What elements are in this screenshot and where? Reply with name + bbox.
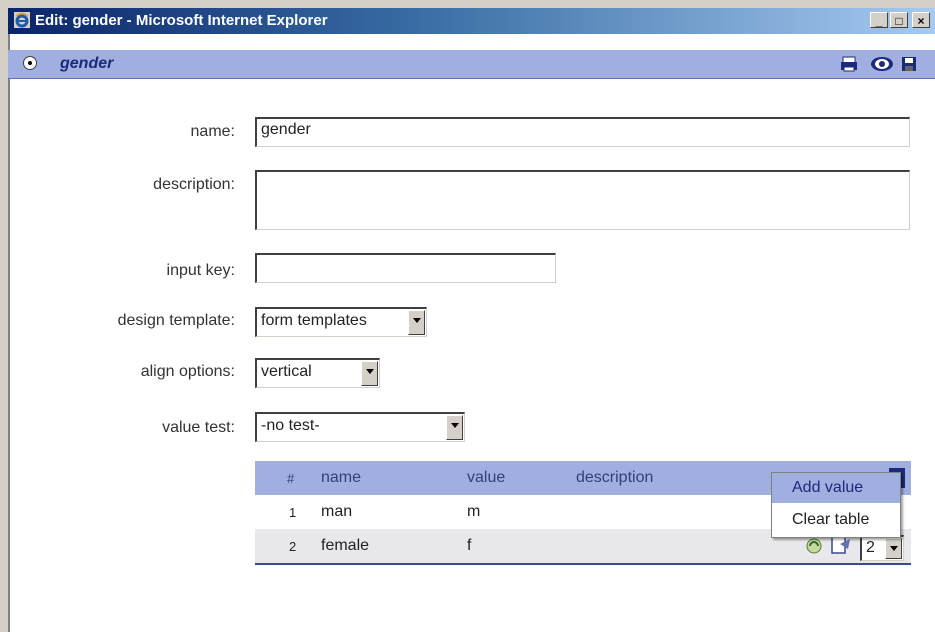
browser-window: Edit: gender - Microsoft Internet Explor… [0, 0, 935, 632]
name-label: name: [190, 123, 235, 140]
window-title: Edit: gender - Microsoft Internet Explor… [35, 12, 328, 29]
maximize-button[interactable]: □ [890, 12, 908, 28]
page-title: gender [60, 55, 114, 72]
row-value: f [467, 537, 472, 554]
chevron-down-icon[interactable] [446, 415, 463, 440]
header-name: name [321, 469, 362, 486]
radio-icon[interactable] [23, 56, 37, 70]
row-value: m [467, 503, 481, 520]
menu-item-add-value[interactable]: Add value [772, 473, 900, 503]
description-textarea[interactable] [255, 170, 910, 230]
input-key-input[interactable] [255, 253, 556, 283]
edit-page-icon[interactable] [830, 535, 852, 555]
row-num: 1 [289, 505, 297, 520]
save-disk-icon[interactable] [900, 55, 918, 73]
align-options-select[interactable]: vertical [255, 358, 380, 388]
header-value: value [467, 469, 506, 486]
row-name: female [321, 537, 370, 554]
name-input[interactable]: gender [255, 117, 910, 147]
sub-header-bar: gender [8, 50, 935, 79]
align-options-label: align options: [140, 363, 235, 380]
context-menu: Add value Clear table [771, 472, 901, 538]
align-options-value: vertical [261, 363, 312, 380]
row-order-select[interactable]: 2 [860, 535, 904, 561]
chevron-down-icon[interactable] [408, 310, 425, 335]
minimize-button[interactable]: _ [870, 12, 888, 28]
design-template-label: design template: [117, 312, 235, 329]
row-num: 2 [289, 539, 297, 554]
description-label: description: [153, 176, 235, 193]
menu-item-clear-table[interactable]: Clear table [772, 505, 900, 535]
chevron-down-icon[interactable] [885, 538, 902, 559]
input-key-label: input key: [166, 262, 235, 279]
row-order-value: 2 [866, 539, 875, 556]
chevron-down-icon[interactable] [361, 361, 378, 386]
name-input-value: gender [261, 121, 311, 138]
printer-icon[interactable] [840, 55, 858, 73]
close-button[interactable]: × [912, 12, 930, 28]
value-test-value: -no test- [261, 417, 320, 434]
header-description: description [576, 469, 654, 486]
value-test-label: value test: [162, 419, 235, 436]
design-template-select[interactable]: form templates [255, 307, 427, 337]
preview-eye-icon[interactable] [870, 55, 894, 73]
recycle-icon[interactable] [805, 537, 823, 555]
title-bar: Edit: gender - Microsoft Internet Explor… [8, 8, 935, 34]
value-test-select[interactable]: -no test- [255, 412, 465, 442]
design-template-value: form templates [261, 312, 367, 329]
header-num: # [287, 471, 295, 486]
internet-explorer-icon [14, 12, 30, 28]
row-name: man [321, 503, 353, 520]
